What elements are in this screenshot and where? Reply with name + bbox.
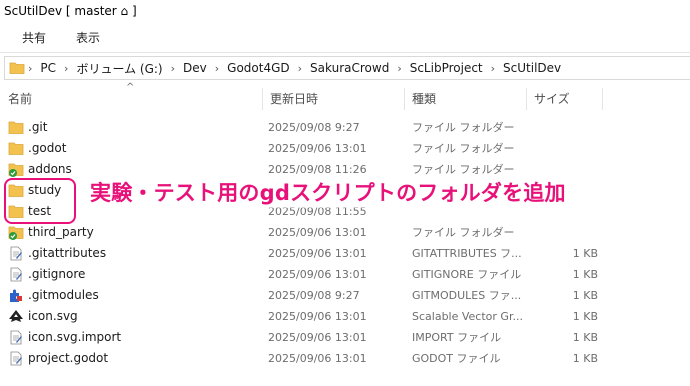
text-file-icon [8,330,24,345]
file-type: Scalable Vector Gr... [412,310,523,323]
column-header-size[interactable]: サイズ [526,86,602,112]
file-size: 1 KB [572,310,598,323]
list-item[interactable]: project.godot 2025/09/06 13:01 GODOT ファイ… [0,348,690,369]
highlight-box [4,178,76,224]
file-type: ファイル フォルダー [412,226,515,239]
list-item[interactable]: third_party 2025/09/06 13:01 ファイル フォルダー [0,222,690,243]
file-name: addons [28,162,72,176]
file-size: 1 KB [572,331,598,344]
breadcrumb-scutildev[interactable]: ScUtilDev [498,61,566,75]
file-size: 1 KB [572,268,598,281]
file-date: 2025/09/08 9:27 [268,121,360,134]
file-date: 2025/09/08 11:26 [268,163,367,176]
list-item[interactable]: .git 2025/09/08 9:27 ファイル フォルダー [0,117,690,138]
file-name: icon.svg.import [28,330,122,344]
breadcrumb-sclibproject[interactable]: ScLibProject [405,61,488,75]
column-header-row: 名前 更新日時 種類 サイズ [0,86,690,112]
list-item[interactable]: addons 2025/09/08 11:26 ファイル フォルダー [0,159,690,180]
text-file-icon [8,267,24,282]
file-name: .godot [28,141,67,155]
address-bar[interactable]: › PC › ボリューム (G:) › Dev › Godot4GD › Sak… [4,56,690,80]
breadcrumb-sakuracrowd[interactable]: SakuraCrowd [305,61,394,75]
file-date: 2025/09/06 13:01 [268,247,367,260]
file-type: GITATTRIBUTES フ... [412,247,522,260]
breadcrumb-dev[interactable]: Dev [178,61,212,75]
file-size [526,117,598,138]
chevron-right-icon[interactable]: › [25,62,35,75]
folder-synced-icon [8,225,24,240]
list-item[interactable]: .godot 2025/09/06 13:01 ファイル フォルダー [0,138,690,159]
chevron-right-icon[interactable]: › [295,62,305,75]
file-date: 2025/09/06 13:01 [268,268,367,281]
folder-icon [9,61,25,75]
file-name: third_party [28,225,94,239]
ribbon-tab-view[interactable]: 表示 [70,26,106,50]
annotation-text: 実験・テスト用のgdスクリプトのフォルダを追加 [90,178,566,208]
folder-synced-icon [8,162,24,177]
file-type: GODOT ファイル [412,352,501,365]
column-header-type[interactable]: 種類 [404,86,526,112]
text-file-icon [8,246,24,261]
file-date: 2025/09/06 13:01 [268,142,367,155]
folder-icon [8,141,24,156]
column-divider[interactable] [602,88,603,110]
chevron-right-icon[interactable]: › [61,62,71,75]
file-type: GITIGNORE ファイル [412,268,522,281]
list-item[interactable]: icon.svg.import 2025/09/06 13:01 IMPORT … [0,327,690,348]
column-header-date[interactable]: 更新日時 [262,86,404,112]
chevron-right-icon[interactable]: › [394,62,404,75]
breadcrumb-volume[interactable]: ボリューム (G:) [71,60,167,77]
file-name: .gitignore [28,267,86,281]
ribbon: 共有 表示 [0,26,690,50]
breadcrumb-godot4gd[interactable]: Godot4GD [222,61,294,75]
breadcrumb-pc[interactable]: PC [35,61,61,75]
chevron-right-icon[interactable]: › [488,62,498,75]
file-date: 2025/09/06 13:01 [268,226,367,239]
file-name: icon.svg [28,309,78,323]
file-name: project.godot [28,351,109,365]
file-name: .gitattributes [28,246,107,260]
list-item[interactable]: .gitignore 2025/09/06 13:01 GITIGNORE ファ… [0,264,690,285]
file-type: ファイル フォルダー [412,163,515,176]
file-size: 1 KB [572,247,598,260]
folder-icon [8,120,24,135]
file-type: ファイル フォルダー [412,142,515,155]
chevron-right-icon[interactable]: › [212,62,222,75]
puzzle-file-icon [8,288,24,303]
file-size: 1 KB [572,289,598,302]
list-item[interactable]: .gitattributes 2025/09/06 13:01 GITATTRI… [0,243,690,264]
file-date: 2025/09/06 13:01 [268,331,367,344]
text-file-icon [8,351,24,366]
column-header-name[interactable]: 名前 [0,86,262,112]
window-title: ScUtilDev [ master ⌂ ] [4,4,137,18]
file-size [526,222,598,243]
file-type: ファイル フォルダー [412,121,515,134]
file-size: 1 KB [572,352,598,365]
file-name: .git [28,120,48,134]
file-date: 2025/09/06 13:01 [268,310,367,323]
ribbon-tab-share[interactable]: 共有 [16,26,52,50]
list-item[interactable]: icon.svg 2025/09/06 13:01 Scalable Vecto… [0,306,690,327]
file-date: 2025/09/06 13:01 [268,352,367,365]
ribbon-divider [0,52,690,53]
file-date: 2025/09/08 9:27 [268,289,360,302]
chevron-right-icon[interactable]: › [168,62,178,75]
file-size [526,138,598,159]
inkscape-icon [8,309,24,324]
file-type: GITMODULES ファ... [412,289,522,302]
file-type: IMPORT ファイル [412,331,502,344]
list-item[interactable]: .gitmodules 2025/09/08 9:27 GITMODULES フ… [0,285,690,306]
file-name: .gitmodules [28,288,99,302]
file-size [526,159,598,180]
